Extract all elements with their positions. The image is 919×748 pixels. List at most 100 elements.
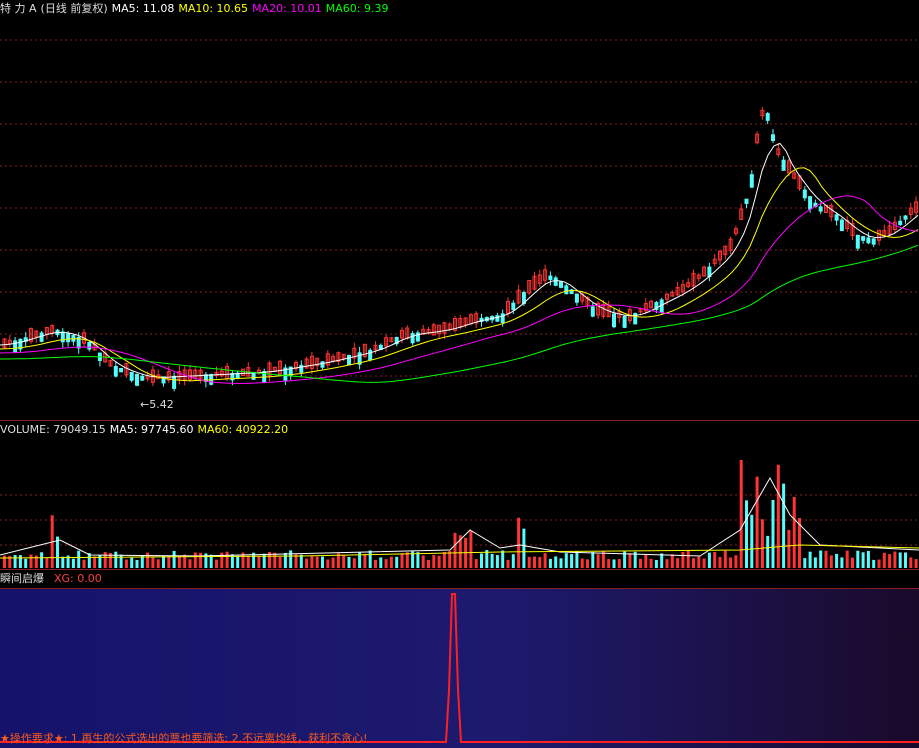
volume-bar [474,559,478,568]
volume-bar [713,552,717,568]
candle-body [172,375,177,389]
candle-body [559,281,563,288]
volume-ma60-value: MA60: 40922.20 [197,423,289,436]
candle-body [553,277,558,286]
volume-bar [522,528,526,568]
volume-bar [193,552,197,568]
volume-bar [813,557,817,568]
volume-bar [469,530,473,568]
volume-bar [40,552,44,568]
volume-bar [750,514,754,568]
volume-bar [898,552,902,568]
volume-bar [697,556,701,568]
volume-bar [707,552,711,568]
volume-bar [119,554,123,568]
volume-bar [723,550,727,568]
stock-chart[interactable]: ←5.42 [0,0,919,748]
volume-bar [13,555,17,568]
volume-bar [130,557,134,568]
candle-body [87,342,92,350]
volume-bar [156,559,160,568]
volume-bar [167,555,171,568]
candle-body [511,302,516,310]
volume-bar [803,558,807,568]
volume-bar [686,550,690,568]
separator-line [0,588,919,589]
volume-bar [289,550,293,568]
volume-bar [71,558,75,568]
candle-body [60,331,65,343]
volume-bar [829,555,833,568]
volume-bar [649,558,653,568]
volume-bar [368,550,372,568]
candle-body [590,306,595,317]
volume-bar [395,556,399,568]
candle-body [135,373,139,386]
volume-bar [527,556,531,568]
volume-bar [416,552,420,568]
candle-body [548,275,553,280]
volume-bar [538,557,542,568]
volume-bar [199,552,203,568]
candle-body [113,365,118,377]
volume-bar [273,552,277,568]
volume-bar [490,553,494,568]
volume-bar [405,552,409,568]
volume-bar [342,555,346,568]
volume-bar [400,553,404,568]
candle-body [347,354,351,366]
volume-bar [548,558,552,568]
moving-average-lines [0,142,919,385]
indicator-name: 瞬间启爆 [0,572,44,585]
volume-bar [877,559,881,568]
volume-bar [851,557,854,568]
volume-bar [702,558,706,568]
volume-bar [124,559,128,568]
stock-name: 特 力 A [0,2,37,15]
volume-bar [453,532,457,568]
volume-bar [305,558,309,568]
candle-body [564,285,569,295]
candle-body [781,159,786,171]
volume-bar [564,553,568,568]
volume-bar [283,552,287,568]
volume-bar [617,559,621,568]
volume-bar [437,555,441,568]
volume-bar [586,559,589,568]
volume-bar [432,555,436,568]
volume-bar [427,559,430,568]
candle-body [622,315,627,328]
candlesticks [2,107,919,392]
volume-bar [188,559,192,568]
volume-bar [246,555,250,568]
volume-bar [480,553,483,568]
volume-bar [384,559,388,568]
ma20-value: MA20: 10.01 [252,2,322,15]
volume-bar [315,556,319,568]
volume-bar [225,551,229,568]
volume-bar [146,552,150,568]
candle-body [140,375,145,381]
volume-bar [888,554,892,568]
volume-bar [379,557,383,568]
candle-body [612,313,616,328]
ma60-value: MA60: 9.39 [325,2,389,15]
volume-bar [734,555,738,568]
candle-body [749,174,754,188]
volume-bar [676,558,680,568]
volume-bar [755,476,759,568]
candle-body [368,349,373,361]
volume-bar [840,557,844,568]
volume-bar [644,554,648,568]
candle-body [495,315,500,322]
volume-legend: VOLUME: 79049.15 MA5: 97745.60 MA60: 40922… [0,421,292,439]
candle-body [866,237,871,244]
volume-bar [628,553,632,568]
candle-body [119,367,124,373]
volume-bar [3,555,6,568]
volume-bar [861,552,865,568]
volume-bar [554,556,558,568]
volume-bar [151,557,155,568]
candle-body [129,371,134,381]
candle-body [39,332,44,342]
